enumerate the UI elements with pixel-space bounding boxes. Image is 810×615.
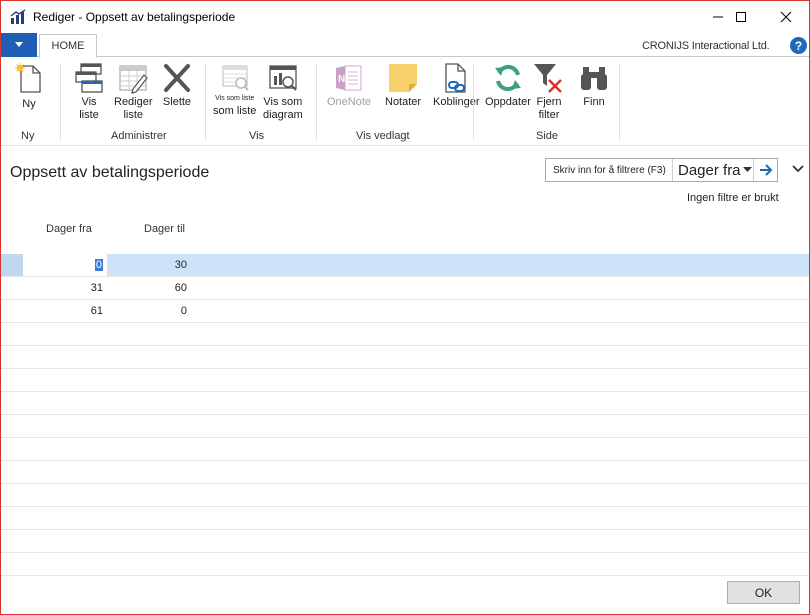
empty-row [1,484,809,507]
expand-chevron-icon[interactable] [791,162,805,176]
empty-row [1,438,809,461]
clear-filter-icon [534,64,562,93]
onenote-button[interactable]: N OneNote [327,62,371,109]
refresh-button[interactable]: Oppdater [485,62,531,109]
empty-row [1,507,809,530]
notes-icon [389,64,418,92]
empty-row [1,392,809,415]
svg-text:N: N [338,74,345,85]
close-icon [780,11,792,23]
close-button[interactable] [763,1,809,33]
show-as-chart-label: Vis som diagram [263,96,303,121]
empty-row [1,415,809,438]
delete-icon [164,64,190,92]
app-logo-icon [10,9,26,24]
app-window: Rediger - Oppsett av betalingsperiode HO… [0,0,810,615]
cell-days-to[interactable]: 60 [107,282,187,294]
show-as-chart-icon [269,65,297,91]
page-title: Oppsett av betalingsperiode [10,164,210,181]
filter-status-text: Ingen filtre er brukt [687,192,779,204]
new-document-icon [15,63,41,93]
table-row[interactable]: 61 0 [1,300,809,323]
filter-field-select[interactable]: Dager fra [672,159,752,181]
cell-days-to[interactable]: 30 [107,259,187,271]
find-label: Finn [583,96,605,108]
cell-days-from[interactable]: 0 [23,259,103,271]
help-icon[interactable]: ? [790,37,807,54]
empty-row [1,553,809,576]
cell-days-to[interactable]: 0 [107,305,187,317]
edit-list-button[interactable]: Rediger liste [114,62,153,122]
application-menu-button[interactable] [1,33,37,57]
title-bar: Rediger - Oppsett av betalingsperiode [1,1,809,33]
dropdown-arrow-icon [15,42,23,47]
arrow-right-icon [760,164,773,176]
binoculars-icon [581,67,607,90]
table-row[interactable]: 0 30 [1,254,809,277]
view-list-icon [75,63,103,93]
group-label-manage: Administrer [111,130,167,142]
onenote-label: OneNote [327,96,372,108]
notes-button[interactable]: Notater [385,62,421,109]
ribbon: Ny Ny Vis liste Rediger liste Slette Adm… [1,58,809,146]
column-header-days-from[interactable]: Dager fra [46,223,92,235]
column-header-days-to[interactable]: Dager til [144,223,185,235]
data-grid: 0 30 31 60 61 0 [1,254,809,576]
view-list-label: Vis liste [79,96,99,121]
edit-list-label: Rediger liste [114,96,153,121]
new-button[interactable]: Ny [13,62,45,111]
empty-row [1,369,809,392]
ribbon-separator [205,64,206,140]
clear-filter-button[interactable]: Fjern filter [533,62,565,122]
maximize-icon [736,12,746,22]
filter-bar: Dager fra [545,158,778,182]
delete-button[interactable]: Slette [161,62,193,109]
chevron-down-icon [742,167,752,172]
find-button[interactable]: Finn [578,62,610,109]
maximize-button[interactable] [718,1,764,33]
links-icon [445,63,466,93]
show-as-list-small-label: Vis som liste [215,95,255,102]
apply-filter-button[interactable] [753,159,778,181]
ribbon-separator [619,64,620,140]
tab-home[interactable]: HOME [39,34,97,58]
filter-field-value: Dager fra [678,161,741,179]
ok-button[interactable]: OK [727,581,800,604]
ribbon-tab-row: HOME CRONIJS Interactional Ltd. ? [1,33,809,58]
view-list-button[interactable]: Vis liste [73,62,105,122]
group-label-new: Ny [21,130,35,142]
company-name: CRONIJS Interactional Ltd. [642,40,770,52]
group-label-attached: Vis vedlagt [356,130,410,142]
show-as-list-label: som liste [213,105,257,117]
filter-input[interactable] [546,159,672,181]
table-row[interactable]: 31 60 [1,277,809,300]
refresh-icon [494,64,521,92]
empty-row [1,323,809,346]
show-as-list-button[interactable]: Vis som liste som liste [213,62,256,118]
group-label-view: Vis [249,130,265,142]
new-label: Ny [22,98,36,110]
cell-days-from[interactable]: 31 [23,282,103,294]
group-label-page: Side [536,130,559,142]
row-selector[interactable] [1,254,23,276]
window-title: Rediger - Oppsett av betalingsperiode [33,10,236,24]
cell-days-from[interactable]: 61 [23,305,103,317]
show-as-list-icon [222,65,249,91]
empty-row [1,530,809,553]
refresh-label: Oppdater [485,96,531,108]
empty-row [1,346,809,369]
clear-filter-label: Fjern filter [536,96,562,121]
empty-row [1,461,809,484]
delete-label: Slette [162,96,192,108]
onenote-icon: N [336,65,362,91]
ribbon-separator [60,64,61,140]
notes-label: Notater [385,96,422,108]
ribbon-separator [473,64,474,140]
show-as-chart-button[interactable]: Vis som diagram [263,62,303,122]
edit-list-icon [119,65,149,94]
ribbon-separator [316,64,317,140]
